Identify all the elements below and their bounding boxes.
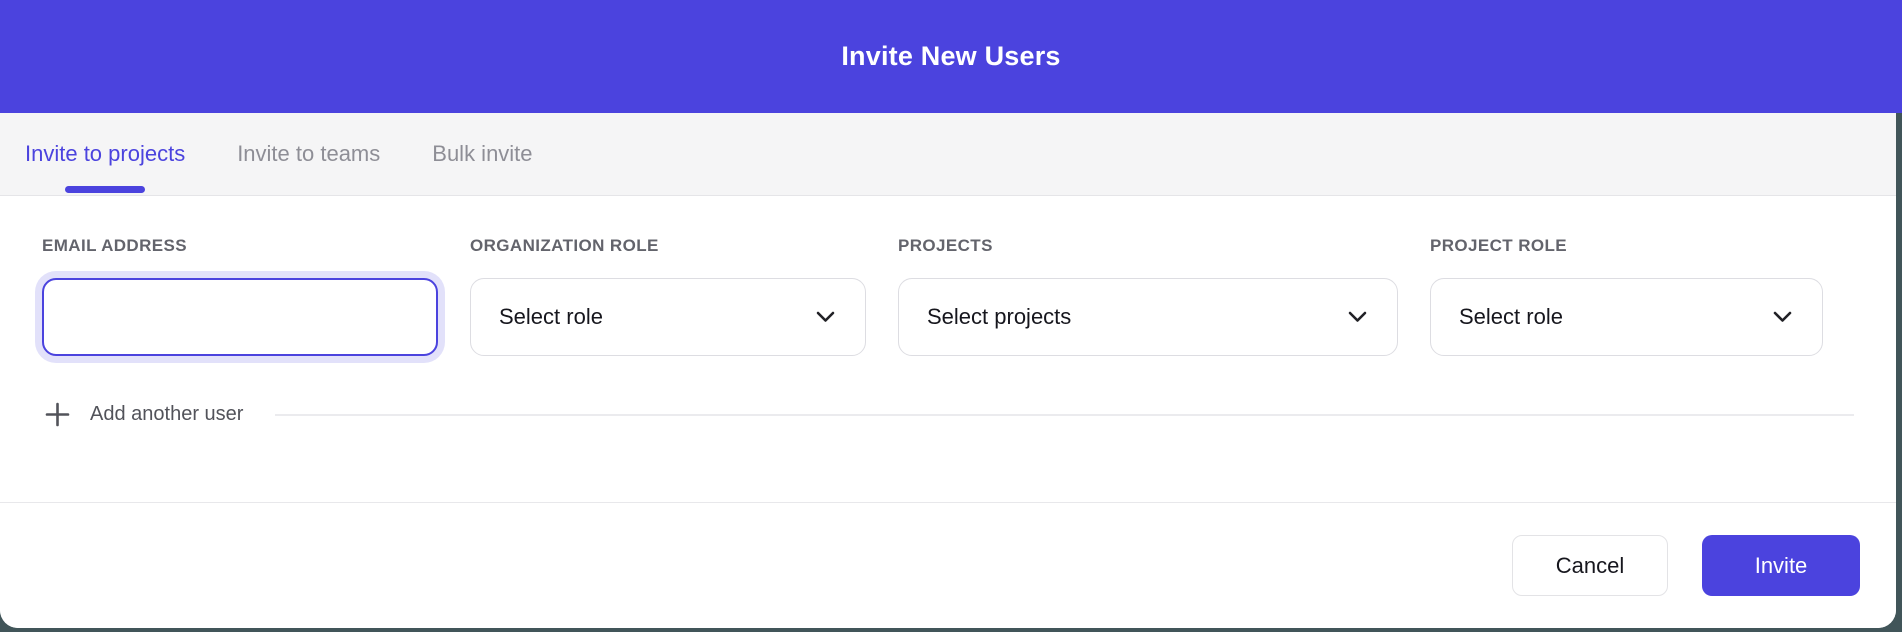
projects-select[interactable]: Select projects — [898, 278, 1398, 356]
tab-label: Bulk invite — [432, 141, 532, 167]
select-value: Select projects — [927, 304, 1071, 330]
tab-label: Invite to teams — [237, 141, 380, 167]
chevron-down-icon — [1773, 311, 1792, 323]
select-value: Select role — [499, 304, 603, 330]
tab-invite-to-teams[interactable]: Invite to teams — [237, 113, 380, 196]
modal-footer: Cancel Invite — [0, 502, 1896, 628]
modal-header: Invite New Users — [0, 0, 1902, 113]
invite-button[interactable]: Invite — [1702, 535, 1860, 596]
add-another-user-button[interactable]: Add another user — [90, 403, 243, 426]
organization-role-field-group: ORGANIZATION ROLE Select role — [470, 236, 866, 356]
modal-title: Invite New Users — [841, 41, 1060, 72]
add-another-user-row: Add another user — [42, 402, 1854, 427]
active-tab-indicator — [65, 186, 145, 193]
project-role-select[interactable]: Select role — [1430, 278, 1823, 356]
select-value: Select role — [1459, 304, 1563, 330]
tab-invite-to-projects[interactable]: Invite to projects — [25, 113, 185, 196]
email-address-label: EMAIL ADDRESS — [42, 236, 438, 256]
invite-users-dialog: Invite New Users Invite to projects Invi… — [0, 0, 1902, 632]
projects-field-group: PROJECTS Select projects — [898, 236, 1398, 356]
modal-body: Invite to projects Invite to teams Bulk … — [0, 113, 1896, 628]
user-fields-row: EMAIL ADDRESS ORGANIZATION ROLE Select r… — [42, 236, 1854, 356]
chevron-down-icon — [1348, 311, 1367, 323]
project-role-field-group: PROJECT ROLE Select role — [1430, 236, 1823, 356]
cancel-button[interactable]: Cancel — [1512, 535, 1668, 596]
row-divider-line — [275, 414, 1854, 416]
tab-label: Invite to projects — [25, 141, 185, 167]
project-role-label: PROJECT ROLE — [1430, 236, 1823, 256]
plus-icon[interactable] — [45, 402, 70, 427]
organization-role-select[interactable]: Select role — [470, 278, 866, 356]
projects-label: PROJECTS — [898, 236, 1398, 256]
invite-form: EMAIL ADDRESS ORGANIZATION ROLE Select r… — [0, 196, 1896, 502]
chevron-down-icon — [816, 311, 835, 323]
organization-role-label: ORGANIZATION ROLE — [470, 236, 866, 256]
tab-bulk-invite[interactable]: Bulk invite — [432, 113, 532, 196]
email-field-group: EMAIL ADDRESS — [42, 236, 438, 356]
email-input[interactable] — [42, 278, 438, 356]
tab-bar: Invite to projects Invite to teams Bulk … — [0, 113, 1896, 196]
